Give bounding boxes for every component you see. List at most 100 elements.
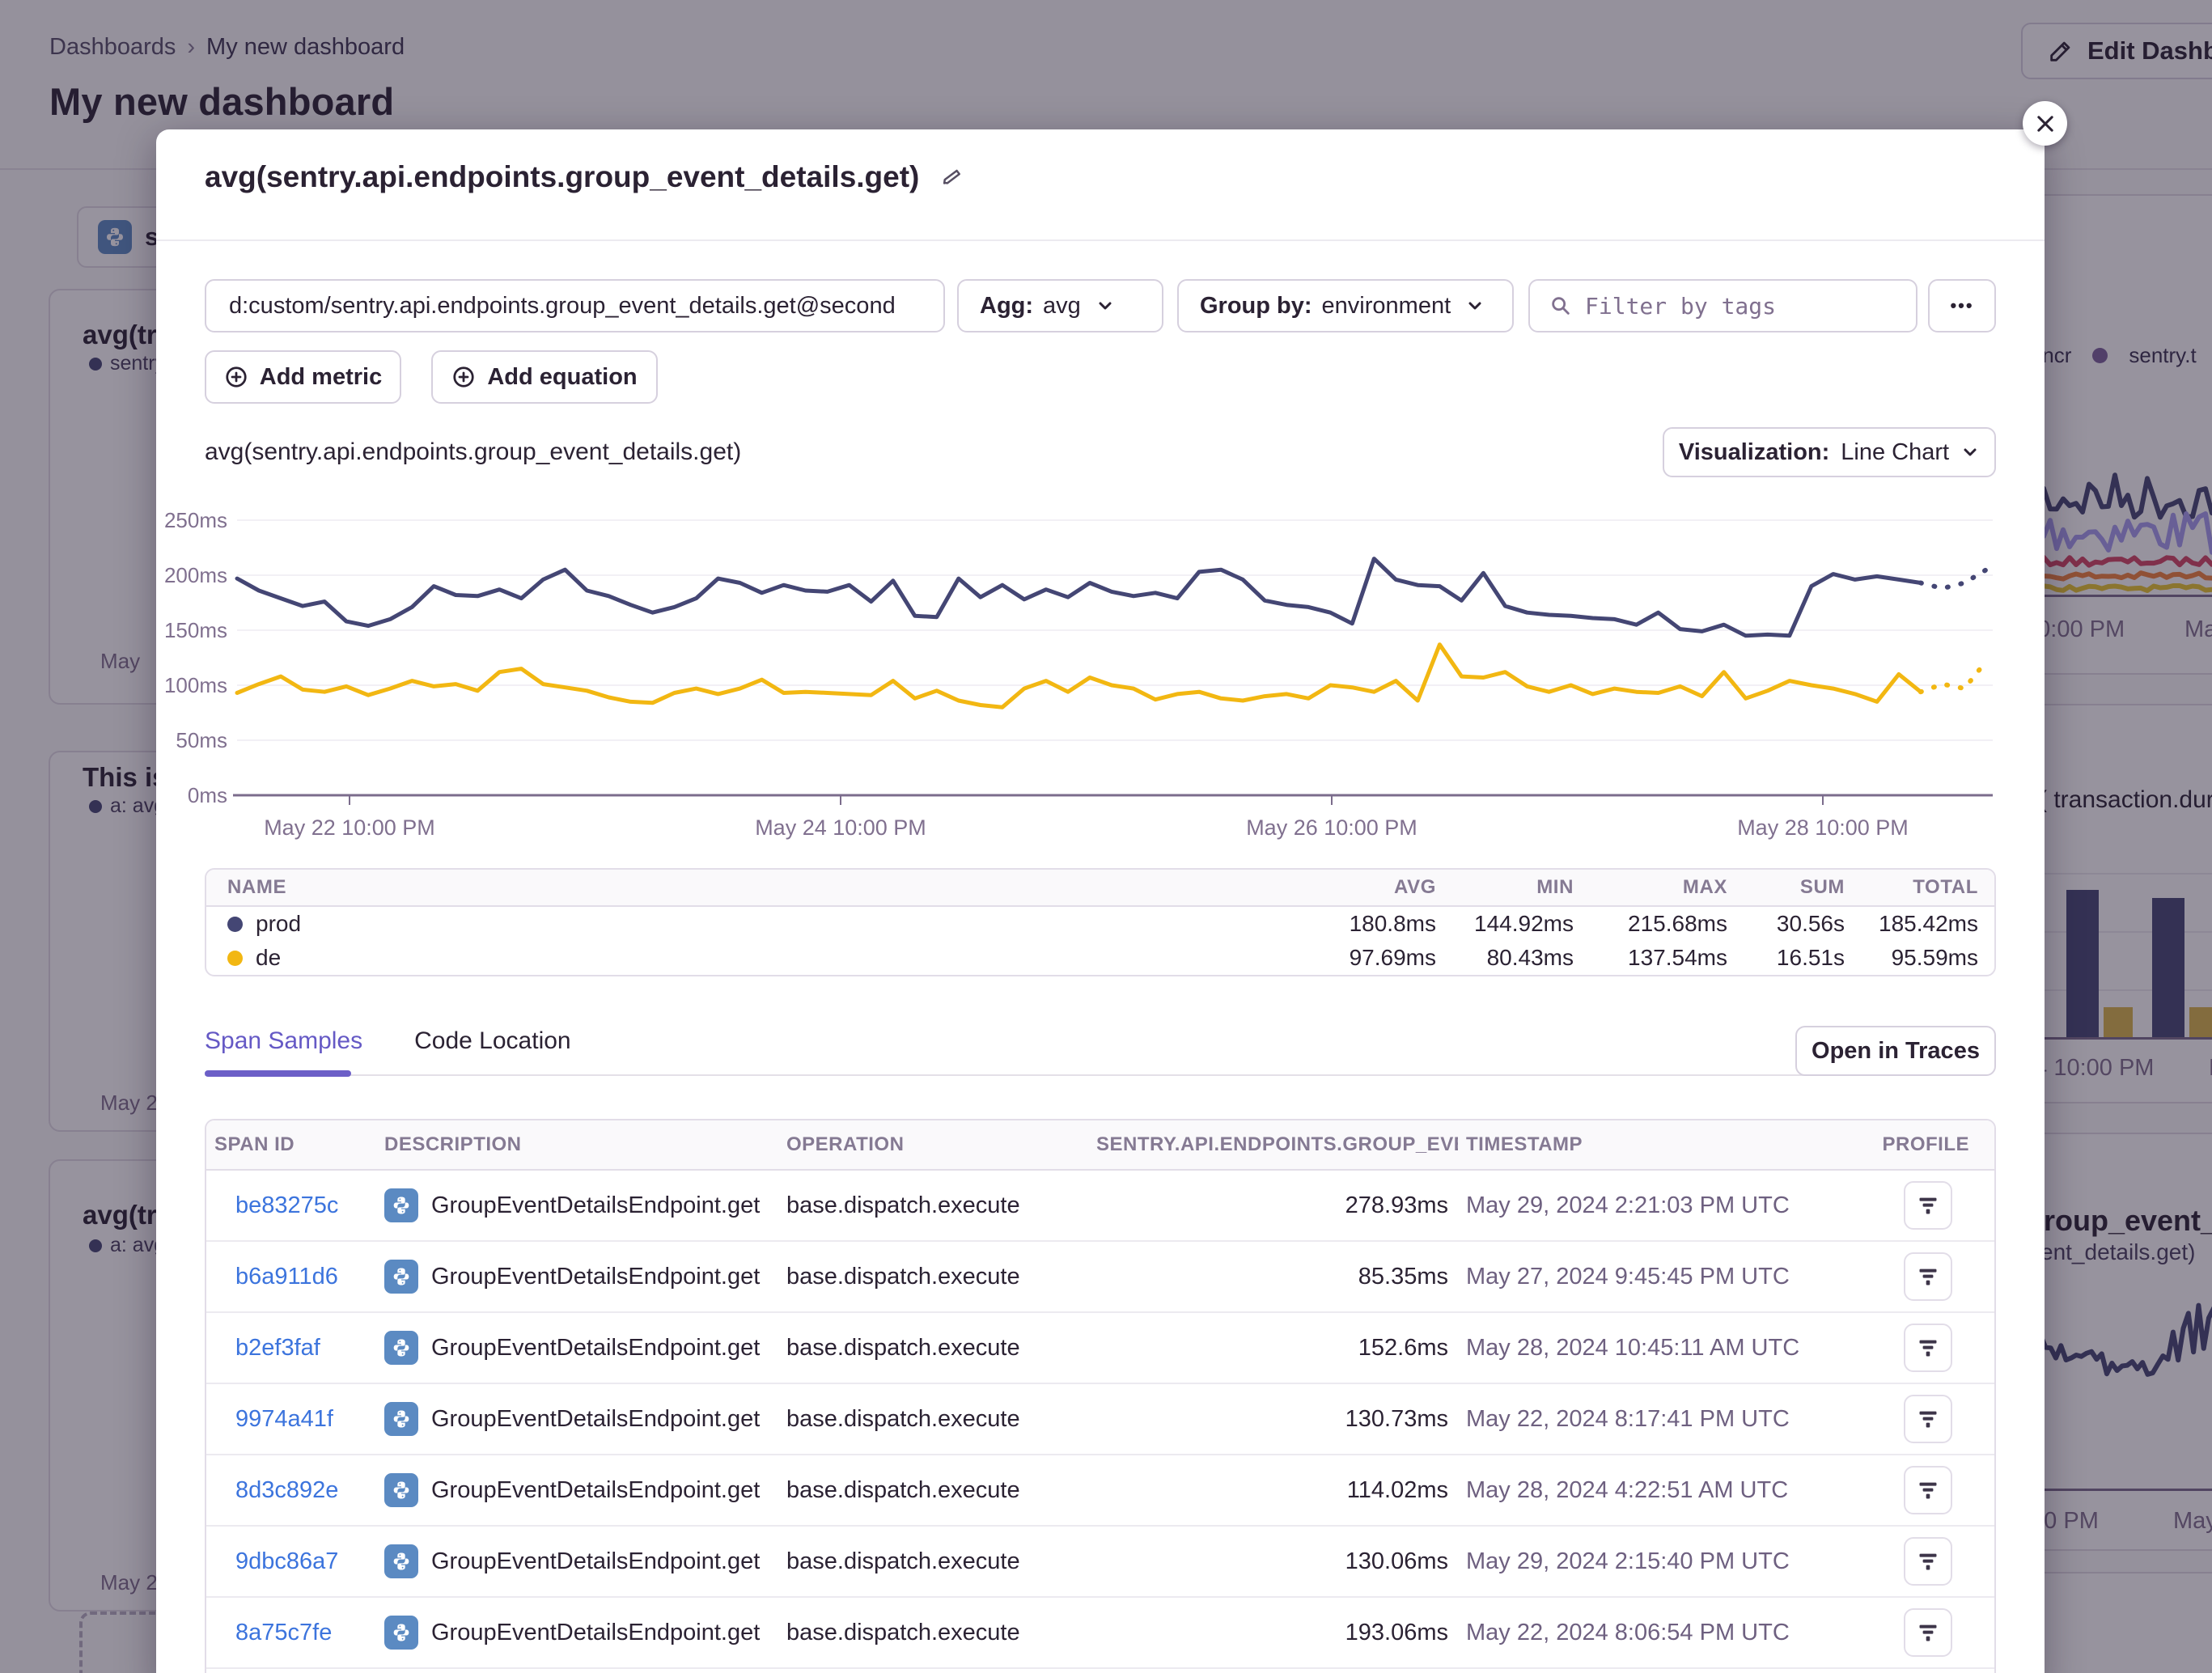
visualization-label: Visualization: [1679, 439, 1829, 466]
open-in-traces-button[interactable]: Open in Traces [1795, 1026, 1996, 1076]
svg-text:May 24 10:00 PM: May 24 10:00 PM [755, 815, 926, 840]
profile-button[interactable] [1904, 1252, 1952, 1301]
metric-query-input[interactable]: d:custom/sentry.api.endpoints.group_even… [205, 279, 945, 332]
sentry-dashboard-page: Dashboards›My new dashboard My new dashb… [0, 0, 2212, 1673]
span-sample-row: 9974a41fGroupEventDetailsEndpoint.getbas… [206, 1384, 1994, 1455]
span-metric-value: 278.93ms [1088, 1192, 1458, 1219]
detail-tabs: Span Samples Code Location [205, 1027, 571, 1076]
series-name: prod [206, 911, 1315, 937]
span-sample-row: b6a911d6 GroupEventDetailsEndpoint.getbas… [206, 1242, 1994, 1313]
svg-text:200ms: 200ms [164, 563, 227, 587]
add-metric-button[interactable]: Add metric [205, 350, 401, 404]
aggregate-label: Agg: [980, 293, 1033, 320]
filter-tags-input[interactable]: Filter by tags [1528, 279, 1917, 332]
span-operation: base.dispatch.execute [778, 1335, 1088, 1362]
profile-flamechart-icon [1917, 1336, 1939, 1359]
span-sample-row: be83275cGroupEventDetailsEndpoint.getbas… [206, 1171, 1994, 1242]
groupby-value: environment [1322, 293, 1451, 320]
span-timestamp: May 28, 2024 10:45:11 AM UTC [1458, 1335, 1871, 1362]
series-avg: 180.8ms [1315, 911, 1452, 937]
span-timestamp: May 27, 2024 9:45:45 PM UTC [1458, 1264, 1871, 1290]
summary-row[interactable]: prod180.8ms144.92ms215.68ms30.56s185.42m… [206, 907, 1994, 941]
chart-title: avg(sentry.api.endpoints.group_event_det… [205, 438, 741, 466]
series-color-dot [227, 951, 243, 966]
profile-button[interactable] [1904, 1395, 1952, 1443]
modal-title: avg(sentry.api.endpoints.group_event_det… [205, 160, 919, 194]
span-operation: base.dispatch.execute [778, 1548, 1088, 1575]
plus-circle-icon [451, 365, 476, 389]
span-sample-row: 8d3c892e GroupEventDetailsEndpoint.getbas… [206, 1455, 1994, 1527]
span-id-link[interactable]: b2ef3faf [235, 1335, 320, 1361]
close-icon [2034, 112, 2057, 135]
summary-row[interactable]: de97.69ms80.43ms137.54ms16.51s95.59ms [206, 941, 1994, 975]
summary-col-header: MIN [1452, 876, 1590, 899]
samples-col-header: PROFILE [1871, 1133, 1994, 1156]
span-id-link[interactable]: 8a75c7fe [235, 1620, 332, 1645]
summary-table-header: NAMEAVGMINMAXSUMTOTAL [206, 870, 1994, 907]
python-icon [384, 1616, 418, 1650]
profile-flamechart-icon [1917, 1408, 1939, 1430]
span-description: GroupEventDetailsEndpoint.get [376, 1402, 778, 1436]
span-description: GroupEventDetailsEndpoint.get [376, 1260, 778, 1294]
series-min: 80.43ms [1452, 945, 1590, 971]
more-options-button[interactable]: ••• [1928, 279, 1996, 332]
span-sample-row: 9dbc86a7GroupEventDetailsEndpoint.getbas… [206, 1527, 1994, 1598]
add-equation-label: Add equation [487, 364, 637, 391]
profile-button[interactable] [1904, 1537, 1952, 1586]
groupby-dropdown[interactable]: Group by: environment [1177, 279, 1514, 332]
plus-circle-icon [224, 365, 248, 389]
span-timestamp: May 29, 2024 2:21:03 PM UTC [1458, 1192, 1871, 1219]
svg-text:May 28 10:00 PM: May 28 10:00 PM [1737, 815, 1909, 840]
span-id-link[interactable]: 9974a41f [235, 1406, 333, 1432]
python-icon [384, 1473, 418, 1507]
python-icon [384, 1260, 418, 1294]
profile-flamechart-icon [1917, 1265, 1939, 1288]
summary-col-header: NAME [206, 876, 1315, 899]
add-equation-button[interactable]: Add equation [431, 350, 658, 404]
profile-button[interactable] [1904, 1466, 1952, 1514]
span-metric-value: 85.35ms [1088, 1264, 1458, 1290]
tab-span-samples[interactable]: Span Samples [205, 1027, 362, 1076]
profile-button[interactable] [1904, 1608, 1952, 1657]
summary-col-header: TOTAL [1861, 876, 1994, 899]
span-timestamp: May 22, 2024 8:17:41 PM UTC [1458, 1406, 1871, 1433]
span-metric-value: 130.73ms [1088, 1406, 1458, 1433]
tab-code-location[interactable]: Code Location [414, 1027, 570, 1076]
python-icon [384, 1544, 418, 1578]
span-sample-row: 8a75c7feGroupEventDetailsEndpoint.getbas… [206, 1598, 1994, 1669]
close-button[interactable] [2023, 101, 2067, 146]
span-id-link[interactable]: 8d3c892e [235, 1477, 338, 1503]
metric-query-value: d:custom/sentry.api.endpoints.group_even… [229, 293, 896, 320]
samples-table-header: SPAN IDDESCRIPTIONOPERATIONSENTRY.API.EN… [206, 1120, 1994, 1171]
span-description: GroupEventDetailsEndpoint.get [376, 1616, 778, 1650]
aggregate-value: avg [1043, 293, 1081, 320]
span-id-link[interactable]: 9dbc86a7 [235, 1548, 338, 1574]
span-id-link[interactable]: be83275c [235, 1192, 338, 1218]
span-operation: base.dispatch.execute [778, 1264, 1088, 1290]
series-total: 185.42ms [1861, 911, 1994, 937]
svg-text:150ms: 150ms [164, 618, 227, 642]
span-id-link[interactable]: b6a911d6 [235, 1264, 338, 1290]
svg-text:May 22 10:00 PM: May 22 10:00 PM [264, 815, 435, 840]
span-description: GroupEventDetailsEndpoint.get [376, 1473, 778, 1507]
span-timestamp: May 29, 2024 2:15:40 PM UTC [1458, 1548, 1871, 1575]
filter-tags-placeholder: Filter by tags [1585, 293, 1776, 320]
series-max: 215.68ms [1590, 911, 1744, 937]
span-metric-value: 130.06ms [1088, 1548, 1458, 1575]
edit-title-pencil-icon[interactable] [940, 165, 964, 189]
aggregate-dropdown[interactable]: Agg: avg [957, 279, 1163, 332]
profile-button[interactable] [1904, 1181, 1952, 1230]
span-description: GroupEventDetailsEndpoint.get [376, 1188, 778, 1222]
span-operation: base.dispatch.execute [778, 1477, 1088, 1504]
series-sum: 30.56s [1744, 911, 1861, 937]
profile-button[interactable] [1904, 1324, 1952, 1372]
svg-text:100ms: 100ms [164, 673, 227, 697]
series-total: 95.59ms [1861, 945, 1994, 971]
svg-text:0ms: 0ms [188, 783, 227, 807]
svg-text:250ms: 250ms [164, 508, 227, 532]
line-chart[interactable]: 0ms50ms100ms150ms200ms250msMay 22 10:00 … [156, 502, 1996, 849]
span-metric-value: 193.06ms [1088, 1620, 1458, 1646]
span-metric-value: 152.6ms [1088, 1335, 1458, 1362]
ellipsis-icon: ••• [1950, 295, 1973, 316]
visualization-dropdown[interactable]: Visualization: Line Chart [1663, 427, 1996, 477]
